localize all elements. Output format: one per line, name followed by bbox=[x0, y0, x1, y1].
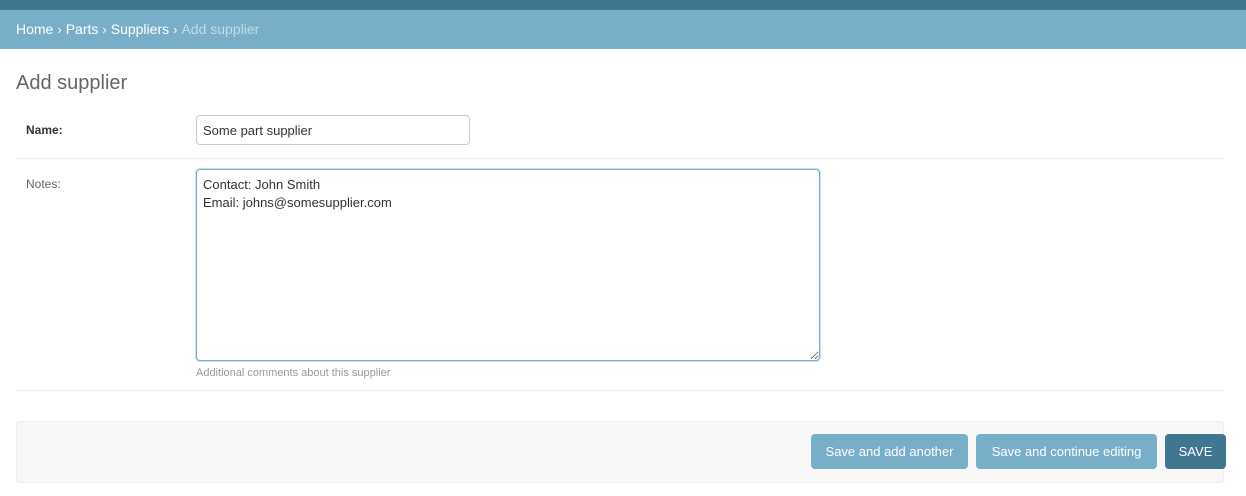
header-bar bbox=[0, 0, 1246, 10]
save-and-continue-button[interactable]: Save and continue editing bbox=[976, 434, 1157, 469]
name-input[interactable] bbox=[196, 115, 470, 145]
breadcrumb-suppliers[interactable]: Suppliers bbox=[111, 21, 169, 37]
save-button[interactable]: Save bbox=[1165, 434, 1226, 469]
name-label: Name: bbox=[26, 123, 63, 137]
form-row-notes: Notes: Contact: John Smith Email: johns@… bbox=[16, 159, 1224, 391]
notes-label: Notes: bbox=[26, 177, 61, 191]
notes-help-text: Additional comments about this supplier bbox=[196, 367, 391, 379]
breadcrumb-separator: › bbox=[102, 22, 107, 37]
breadcrumb-home[interactable]: Home bbox=[16, 21, 53, 37]
breadcrumb-separator: › bbox=[173, 22, 178, 37]
page-title: Add supplier bbox=[16, 72, 128, 94]
form-row-name: Name: bbox=[16, 115, 1224, 159]
breadcrumb-separator: › bbox=[57, 22, 62, 37]
supplier-form: Name: Notes: Contact: John Smith Email: … bbox=[16, 115, 1230, 483]
notes-textarea[interactable]: Contact: John Smith Email: johns@somesup… bbox=[196, 169, 820, 361]
breadcrumb: Home › Parts › Suppliers › Add supplier bbox=[0, 10, 1246, 49]
save-and-add-another-button[interactable]: Save and add another bbox=[811, 434, 968, 469]
breadcrumb-current: Add supplier bbox=[181, 21, 260, 37]
main-content: Add supplier Name: Notes: Contact: John … bbox=[0, 71, 1246, 483]
submit-row: Save and add another Save and continue e… bbox=[16, 421, 1226, 483]
breadcrumb-parts[interactable]: Parts bbox=[66, 21, 99, 37]
